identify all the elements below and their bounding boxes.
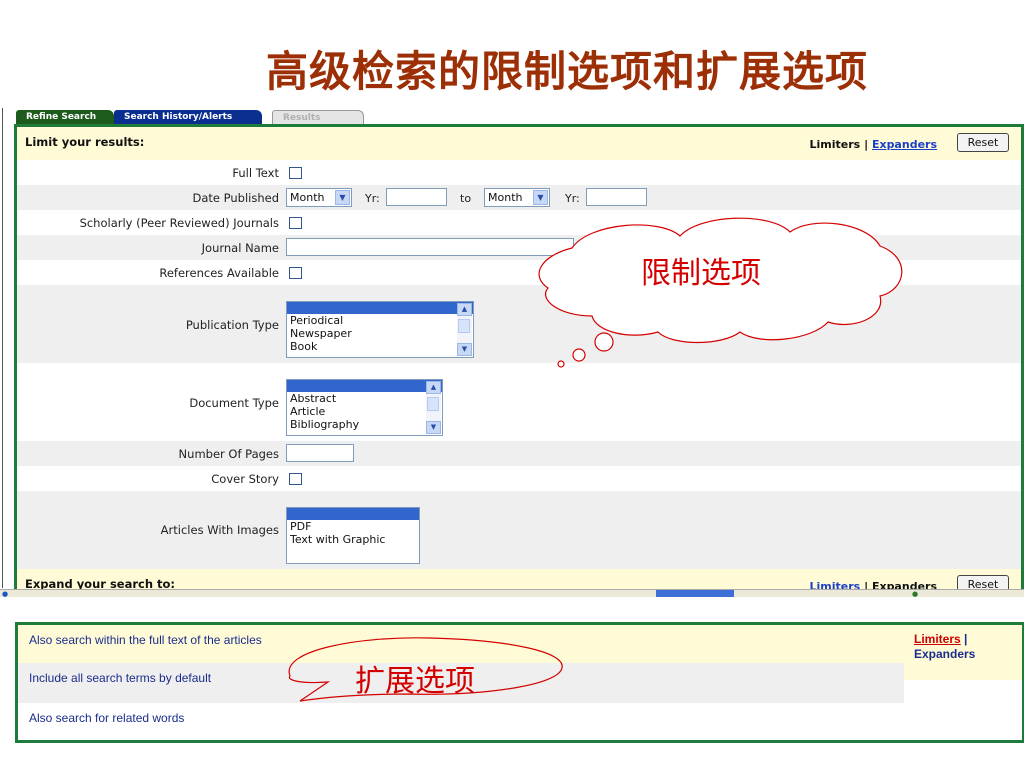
- callout-bubble-small: [557, 360, 565, 368]
- limiters-callout-text: 限制选项: [641, 256, 761, 291]
- callout-bubble-medium: [572, 348, 586, 362]
- cloud-callout: [288, 217, 903, 702]
- callout-bubble-large: [594, 332, 614, 352]
- expanders-callout-text: 扩展选项: [355, 664, 475, 699]
